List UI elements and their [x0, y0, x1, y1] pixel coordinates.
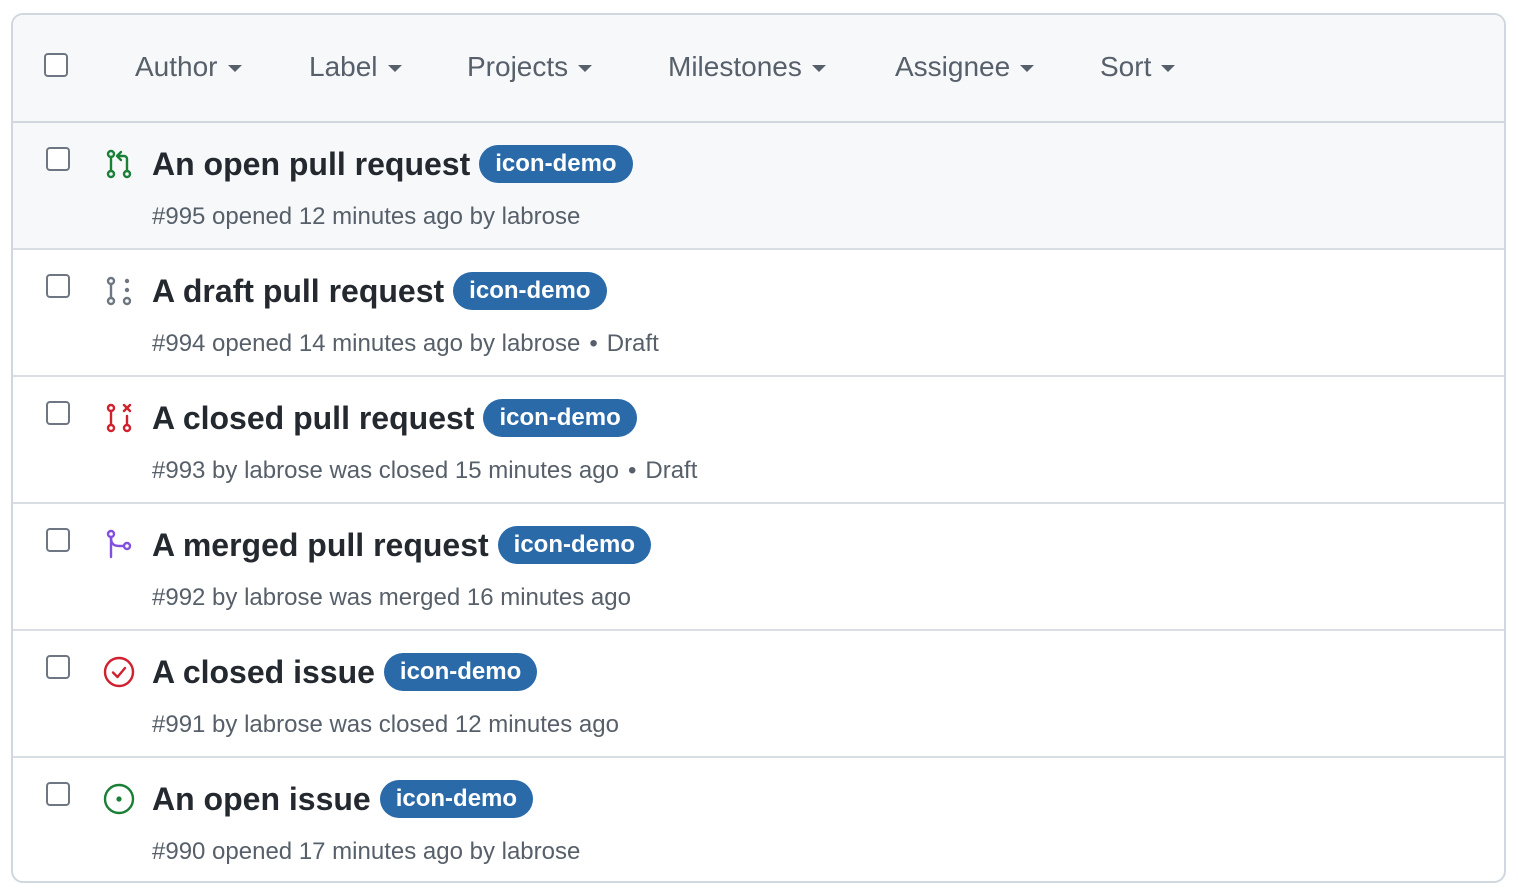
label-badge[interactable]: icon-demo	[383, 653, 538, 691]
separator-dot: •	[627, 457, 637, 484]
item-title[interactable]: A closed issue	[152, 654, 375, 691]
caret-down-icon	[578, 64, 593, 72]
label-badge[interactable]: icon-demo	[479, 145, 633, 183]
filter-bar: Author Label Projects Milestones Assigne…	[13, 15, 1504, 121]
list-item[interactable]: A closed pull request icon-demo #993 by …	[13, 377, 1504, 504]
git-pull-request-draft-icon	[106, 276, 132, 306]
assignee-filter-label: Assignee	[895, 51, 1011, 82]
item-title[interactable]: A draft pull request	[152, 273, 444, 310]
caret-down-icon	[1161, 64, 1176, 72]
caret-down-icon	[387, 64, 402, 72]
item-checkbox[interactable]	[46, 528, 70, 552]
caret-down-icon	[811, 64, 826, 72]
separator-dot: •	[589, 330, 598, 357]
author-filter[interactable]: Author	[135, 51, 242, 83]
git-pull-request-closed-icon	[106, 403, 132, 433]
item-title[interactable]: A merged pull request	[152, 527, 489, 564]
issue-opened-icon	[103, 783, 135, 815]
milestones-filter-label: Milestones	[668, 51, 802, 82]
item-meta-text: #990 opened 17 minutes ago by labrose	[152, 838, 581, 865]
label-filter-label: Label	[309, 51, 378, 82]
label-badge[interactable]: icon-demo	[379, 780, 534, 818]
item-checkbox[interactable]	[46, 401, 70, 425]
issue-list-header: Author Label Projects Milestones Assigne…	[13, 15, 1504, 123]
author-filter-label: Author	[135, 51, 218, 82]
issue-closed-icon	[103, 656, 135, 688]
item-title[interactable]: A closed pull request	[152, 400, 474, 437]
git-pull-request-icon	[106, 149, 132, 179]
git-merge-icon	[106, 529, 132, 559]
list-item[interactable]: A draft pull request icon-demo #994 open…	[13, 250, 1504, 377]
item-checkbox[interactable]	[46, 655, 70, 679]
draft-status: Draft	[645, 457, 698, 484]
caret-down-icon	[227, 64, 242, 72]
label-badge[interactable]: icon-demo	[483, 399, 637, 437]
draft-status: Draft	[606, 330, 659, 357]
item-checkbox[interactable]	[46, 782, 70, 806]
label-badge[interactable]: icon-demo	[497, 526, 651, 564]
issue-list-box: Author Label Projects Milestones Assigne…	[11, 13, 1506, 883]
list-item[interactable]: An open pull request icon-demo #995 open…	[13, 123, 1504, 250]
item-meta-text: #992 by labrose was merged 16 minutes ag…	[152, 584, 631, 611]
item-checkbox[interactable]	[46, 147, 70, 171]
projects-filter-label: Projects	[467, 51, 569, 82]
label-badge[interactable]: icon-demo	[453, 272, 607, 310]
item-title[interactable]: An open pull request	[152, 146, 470, 183]
milestones-filter[interactable]: Milestones	[668, 51, 826, 83]
item-title[interactable]: An open issue	[152, 781, 371, 818]
caret-down-icon	[1020, 64, 1035, 72]
assignee-filter[interactable]: Assignee	[895, 51, 1035, 83]
item-meta: #990 opened 17 minutes ago by labrose	[152, 838, 580, 866]
item-checkbox[interactable]	[46, 274, 70, 298]
projects-filter[interactable]: Projects	[467, 51, 593, 83]
item-meta: #994 opened 14 minutes ago by labrose • Dr…	[152, 330, 659, 358]
item-meta-text: #991 by labrose was closed 12 minutes ag…	[152, 711, 619, 738]
item-meta-text: #995 opened 12 minutes ago by labrose	[152, 203, 581, 230]
label-filter[interactable]: Label	[309, 51, 402, 83]
item-meta: #995 opened 12 minutes ago by labrose	[152, 203, 580, 231]
list-item[interactable]: A closed issue icon-demo #991 by labrose…	[13, 631, 1504, 758]
sort-filter[interactable]: Sort	[1100, 51, 1176, 83]
item-meta: #991 by labrose was closed 12 minutes ag…	[152, 711, 619, 739]
item-meta-text: #993 by labrose was closed 15 minutes ag…	[152, 457, 619, 484]
item-meta: #992 by labrose was merged 16 minutes ag…	[152, 584, 631, 612]
list-item[interactable]: An open issue icon-demo #990 opened 17 m…	[13, 758, 1504, 881]
list-item[interactable]: A merged pull request icon-demo #992 by …	[13, 504, 1504, 631]
item-meta: #993 by labrose was closed 15 minutes ag…	[152, 457, 697, 485]
sort-filter-label: Sort	[1100, 51, 1152, 82]
item-meta-text: #994 opened 14 minutes ago by labrose	[152, 330, 581, 357]
